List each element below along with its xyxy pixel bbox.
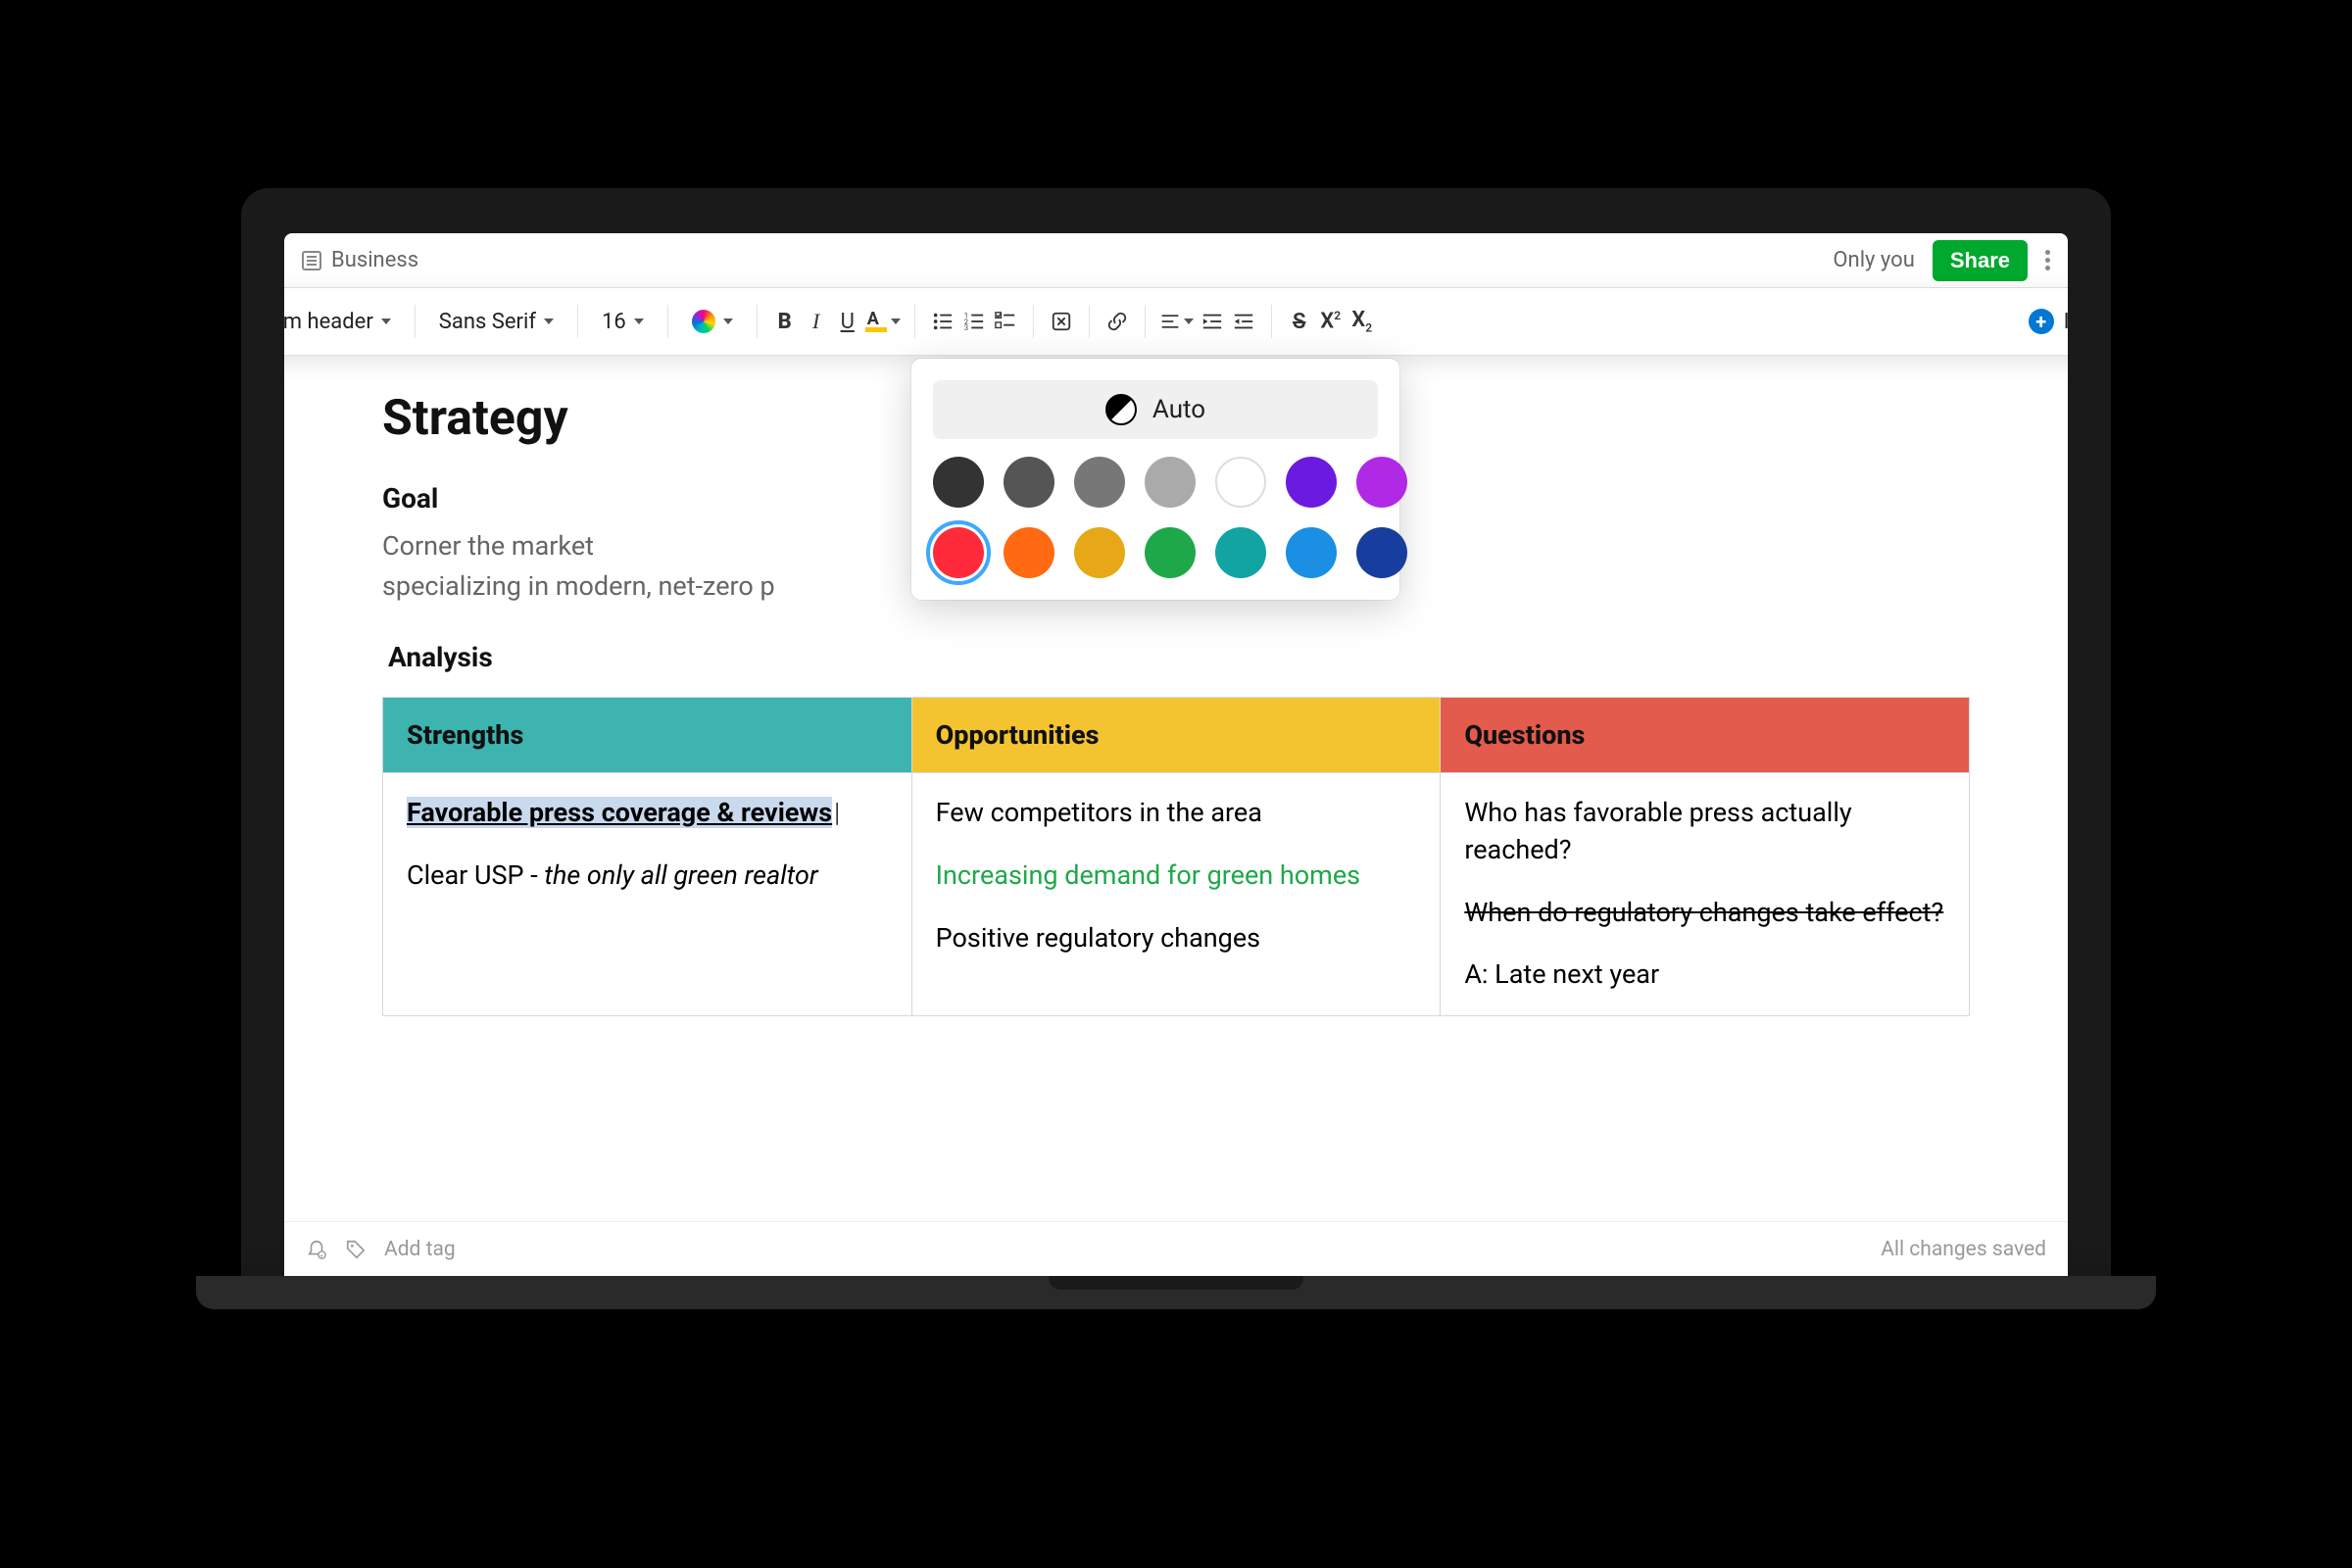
strikethrough-button[interactable]: S xyxy=(1286,308,1313,335)
reminder-icon[interactable]: + xyxy=(306,1239,327,1260)
selected-text[interactable]: Favorable press coverage & reviews xyxy=(407,797,832,828)
app-screen: Business Only you Share Medium header Sa… xyxy=(284,233,2068,1276)
color-swatch[interactable] xyxy=(1215,457,1266,508)
plus-icon: + xyxy=(2029,309,2054,334)
chevron-down-icon xyxy=(1184,318,1194,324)
document-icon xyxy=(302,251,321,270)
add-tag-button[interactable]: Add tag xyxy=(384,1238,456,1261)
table-row: Favorable press coverage & reviews Clear… xyxy=(383,773,1970,1016)
analysis-table[interactable]: Strengths Opportunities Questions Favora… xyxy=(382,697,1970,1016)
text-style-dropdown[interactable]: Medium header xyxy=(284,304,401,340)
color-swatch[interactable] xyxy=(933,457,984,508)
analysis-heading[interactable]: Analysis xyxy=(388,641,1970,673)
indent-right-button[interactable] xyxy=(1199,308,1226,335)
svg-text:3: 3 xyxy=(964,323,968,332)
laptop-base xyxy=(196,1276,2156,1309)
color-swatch[interactable] xyxy=(1145,527,1196,578)
share-button[interactable]: Share xyxy=(1933,240,2028,281)
link-button[interactable] xyxy=(1103,308,1131,335)
color-swatch[interactable] xyxy=(1004,527,1054,578)
clear-format-button[interactable] xyxy=(1048,308,1075,335)
highlight-dropdown[interactable] xyxy=(865,308,901,335)
strengths-cell[interactable]: Favorable press coverage & reviews Clear… xyxy=(383,773,912,1016)
italic-button[interactable]: I xyxy=(803,308,830,335)
color-swatch-grid xyxy=(933,457,1378,578)
indent-left-button[interactable] xyxy=(1230,308,1257,335)
more-menu-button[interactable] xyxy=(2045,250,2050,270)
auto-color-icon xyxy=(1105,394,1137,425)
subscript-button[interactable]: X2 xyxy=(1348,308,1376,335)
laptop-frame: Business Only you Share Medium header Sa… xyxy=(241,188,2111,1276)
visibility-label[interactable]: Only you xyxy=(1833,248,1914,272)
underline-button[interactable]: U xyxy=(834,308,861,335)
superscript-button[interactable]: X2 xyxy=(1317,308,1345,335)
svg-text:+: + xyxy=(319,1251,323,1259)
text-cursor xyxy=(832,797,840,828)
numbered-list-button[interactable]: 123 xyxy=(960,308,988,335)
laptop-notch xyxy=(1049,1276,1303,1290)
color-swatch[interactable] xyxy=(1356,457,1407,508)
top-bar: Business Only you Share xyxy=(284,233,2068,288)
highlighter-icon xyxy=(865,311,887,332)
font-size-dropdown[interactable]: 16 xyxy=(592,304,654,340)
color-wheel-icon xyxy=(692,310,715,333)
color-swatch[interactable] xyxy=(1215,527,1266,578)
font-family-dropdown[interactable]: Sans Serif xyxy=(429,304,564,340)
opportunities-header[interactable]: Opportunities xyxy=(911,698,1441,773)
color-swatch[interactable] xyxy=(1074,457,1125,508)
bottom-bar: + Add tag All changes saved xyxy=(284,1221,2068,1276)
breadcrumb[interactable]: Business xyxy=(302,248,418,272)
chevron-down-icon xyxy=(723,318,733,324)
breadcrumb-label: Business xyxy=(331,248,418,272)
color-swatch[interactable] xyxy=(1356,527,1407,578)
chevron-down-icon xyxy=(544,318,554,324)
text-color-dropdown[interactable] xyxy=(682,304,743,339)
chevron-down-icon xyxy=(634,318,644,324)
chevron-down-icon xyxy=(891,318,901,324)
bold-button[interactable]: B xyxy=(771,308,799,335)
table-header-row: Strengths Opportunities Questions xyxy=(383,698,1970,773)
save-status: All changes saved xyxy=(1881,1238,2046,1261)
insert-dropdown[interactable]: + Insert xyxy=(2029,309,2068,334)
bulleted-list-button[interactable] xyxy=(929,308,956,335)
alignment-dropdown[interactable] xyxy=(1159,308,1195,335)
checklist-button[interactable] xyxy=(992,308,1019,335)
color-swatch[interactable] xyxy=(1145,457,1196,508)
color-swatch-selected[interactable] xyxy=(933,527,984,578)
color-swatch[interactable] xyxy=(1286,527,1337,578)
auto-color-button[interactable]: Auto xyxy=(933,380,1378,439)
opportunities-cell[interactable]: Few competitors in the area Increasing d… xyxy=(911,773,1441,1016)
color-swatch[interactable] xyxy=(1004,457,1054,508)
questions-header[interactable]: Questions xyxy=(1441,698,1970,773)
tag-icon[interactable] xyxy=(345,1239,367,1260)
formatting-toolbar: Medium header Sans Serif 16 B I U xyxy=(284,288,2068,355)
color-picker-panel: Auto xyxy=(911,359,1399,600)
strengths-header[interactable]: Strengths xyxy=(383,698,912,773)
color-swatch[interactable] xyxy=(1286,457,1337,508)
chevron-down-icon xyxy=(381,318,391,324)
color-swatch[interactable] xyxy=(1074,527,1125,578)
questions-cell[interactable]: Who has favorable press actually reached… xyxy=(1441,773,1970,1016)
